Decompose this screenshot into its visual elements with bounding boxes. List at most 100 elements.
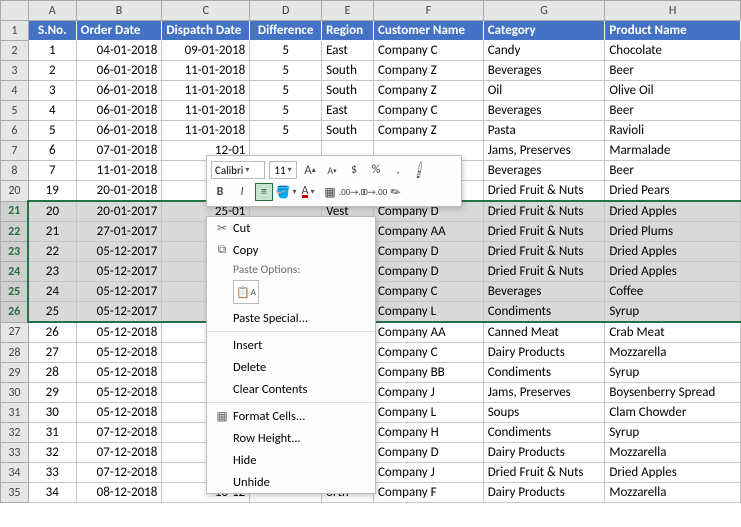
cell[interactable]: Mozzarella (605, 443, 741, 463)
menu-copy[interactable]: ⧉ Copy (207, 239, 375, 261)
cell[interactable]: 06-01-2018 (76, 121, 162, 141)
row-header[interactable]: 23 (1, 242, 29, 262)
cell[interactable]: Jams, Preserves (483, 383, 605, 403)
row-header[interactable]: 26 (1, 302, 29, 323)
cell[interactable]: 06-01-2018 (76, 101, 162, 121)
cell[interactable]: 11-01-2018 (162, 61, 250, 81)
cell[interactable]: Dried Fruit & Nuts (483, 222, 605, 242)
cell[interactable]: Beverages (483, 61, 605, 81)
row-header[interactable]: 30 (1, 383, 29, 403)
cell[interactable]: 23 (28, 262, 76, 282)
cell[interactable]: South (322, 121, 374, 141)
cell[interactable]: Beverages (483, 101, 605, 121)
menu-cut[interactable]: ✂ Cut (207, 217, 375, 239)
decrease-decimal-icon[interactable]: .00→.0 (343, 183, 361, 201)
paste-default-button[interactable]: 📋A (233, 280, 259, 304)
cell[interactable]: Dried Fruit & Nuts (483, 201, 605, 222)
menu-paste-special[interactable]: Paste Special... (207, 307, 375, 329)
percent-icon[interactable]: % (367, 161, 385, 179)
col-header-e[interactable]: E (322, 1, 374, 21)
cell[interactable]: Company D (373, 262, 483, 282)
cell[interactable]: 27-01-2017 (76, 222, 162, 242)
menu-format-cells[interactable]: ▦Format Cells... (207, 405, 375, 427)
cell[interactable]: Mozzarella (605, 483, 741, 503)
cell[interactable]: 34 (28, 483, 76, 503)
align-button[interactable]: ≡ (255, 183, 273, 201)
cell[interactable]: Company BB (373, 363, 483, 383)
cell[interactable]: Marmalade (605, 141, 741, 161)
cell[interactable]: 05-12-2018 (76, 363, 162, 383)
cell[interactable]: Company C (373, 101, 483, 121)
cell[interactable]: Boysenberry Spread (605, 383, 741, 403)
font-combo[interactable]: Calibri▾ (211, 161, 265, 179)
cell[interactable]: 21 (28, 222, 76, 242)
cell[interactable]: Olive Oil (605, 81, 741, 101)
cell[interactable]: 33 (28, 463, 76, 483)
row-header[interactable]: 28 (1, 343, 29, 363)
cell[interactable]: Company L (373, 302, 483, 323)
row-header-1[interactable]: 1 (1, 21, 29, 41)
cell[interactable]: East (322, 41, 374, 61)
menu-unhide[interactable]: Unhide (207, 471, 375, 493)
cell[interactable]: Region (322, 21, 374, 41)
row-header[interactable]: 2 (1, 41, 29, 61)
cell[interactable]: Dried Apples (605, 242, 741, 262)
cell[interactable]: 7 (28, 161, 76, 181)
cell[interactable]: 5 (28, 121, 76, 141)
cell[interactable]: 29 (28, 383, 76, 403)
cell[interactable]: Syrup (605, 363, 741, 383)
cell[interactable]: 1 (28, 41, 76, 61)
cell[interactable]: 27 (28, 343, 76, 363)
cell[interactable]: 5 (250, 61, 322, 81)
format-painter-icon[interactable]: 🖌 (411, 161, 429, 179)
row-header[interactable]: 35 (1, 483, 29, 503)
cell[interactable]: 24 (28, 282, 76, 302)
row-header[interactable]: 8 (1, 161, 29, 181)
cell[interactable]: Clam Chowder (605, 403, 741, 423)
cell[interactable]: Beverages (483, 282, 605, 302)
cell[interactable]: East (322, 101, 374, 121)
font-color-button[interactable]: A▾ (299, 183, 317, 201)
cell[interactable]: Syrup (605, 302, 741, 323)
increase-font-icon[interactable]: A▴ (301, 161, 319, 179)
cell[interactable]: Dried Fruit & Nuts (483, 242, 605, 262)
cell[interactable]: Dried Fruit & Nuts (483, 181, 605, 202)
comma-icon[interactable]: , (389, 161, 407, 179)
cell[interactable]: South (322, 61, 374, 81)
row-header[interactable]: 27 (1, 322, 29, 343)
row-header[interactable]: 5 (1, 101, 29, 121)
cell[interactable]: Beverages (483, 161, 605, 181)
cell[interactable]: 05-12-2017 (76, 282, 162, 302)
italic-button[interactable]: I (233, 183, 251, 201)
size-combo[interactable]: 11▾ (269, 161, 297, 179)
format-painter-two-icon[interactable]: ✎ (387, 183, 405, 201)
cell[interactable]: Beer (605, 161, 741, 181)
cell[interactable]: 05-12-2018 (76, 403, 162, 423)
cell[interactable]: 07-12-2018 (76, 443, 162, 463)
cell[interactable]: 05-12-2017 (76, 262, 162, 282)
cell[interactable]: Condiments (483, 302, 605, 323)
cell[interactable]: 28 (28, 363, 76, 383)
cell[interactable]: Company C (373, 41, 483, 61)
cell[interactable]: Jams, Preserves (483, 141, 605, 161)
cell[interactable]: 11-01-2018 (162, 101, 250, 121)
cell[interactable]: 5 (250, 121, 322, 141)
cell[interactable]: 05-12-2018 (76, 322, 162, 343)
row-header[interactable]: 22 (1, 222, 29, 242)
cell[interactable]: Dried Fruit & Nuts (483, 262, 605, 282)
col-header-c[interactable]: C (162, 1, 250, 21)
cell[interactable]: 5 (250, 101, 322, 121)
cell[interactable]: Condiments (483, 423, 605, 443)
cell[interactable]: 05-12-2018 (76, 383, 162, 403)
cell[interactable]: Pasta (483, 121, 605, 141)
cell[interactable]: 6 (28, 141, 76, 161)
row-header[interactable]: 33 (1, 443, 29, 463)
row-header[interactable]: 25 (1, 282, 29, 302)
currency-icon[interactable]: $ (345, 161, 363, 179)
cell[interactable]: 5 (250, 41, 322, 61)
cell[interactable]: Dried Fruit & Nuts (483, 463, 605, 483)
row-header[interactable]: 29 (1, 363, 29, 383)
cell[interactable]: Company C (373, 343, 483, 363)
cell[interactable]: Canned Meat (483, 322, 605, 343)
cell[interactable]: Company J (373, 383, 483, 403)
